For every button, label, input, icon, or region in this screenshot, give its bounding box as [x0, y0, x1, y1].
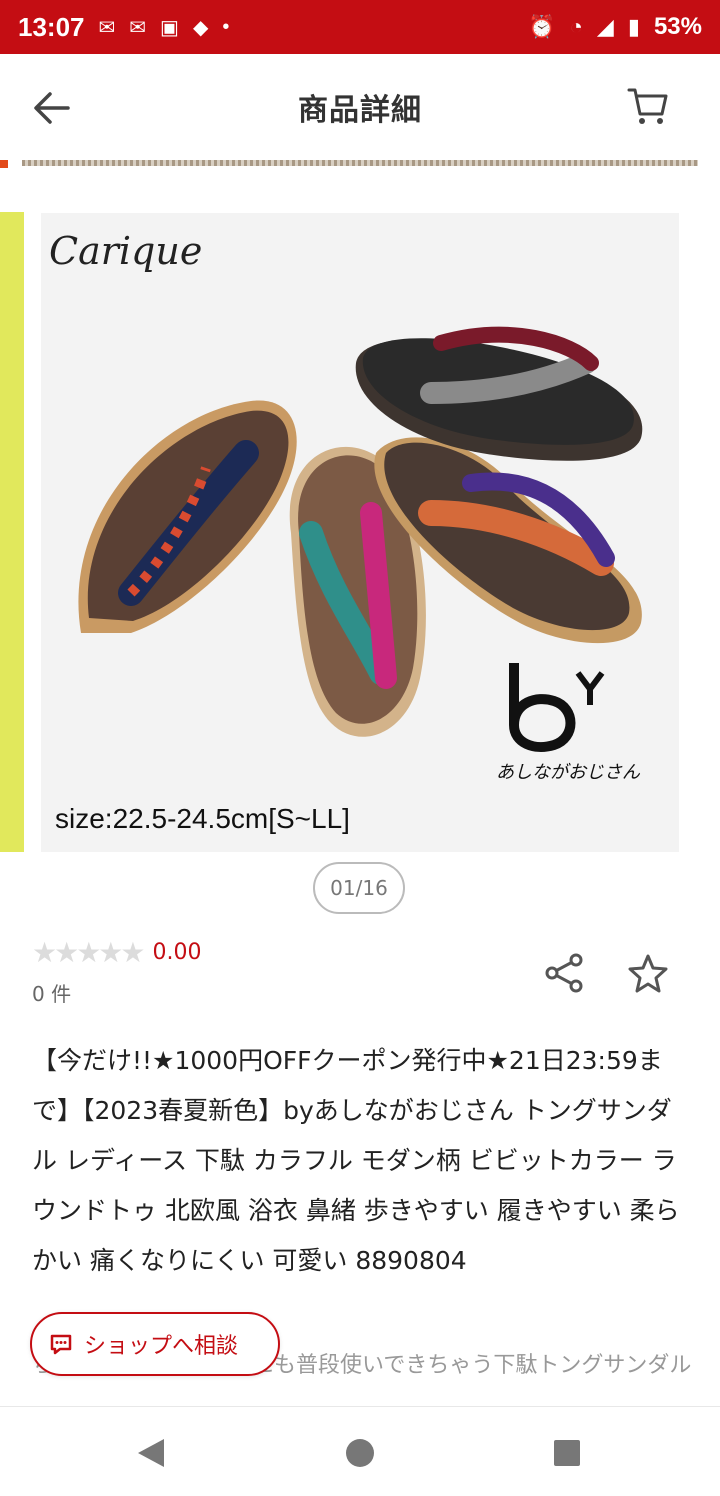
signal-icon: ◢	[596, 14, 614, 39]
sandal-left	[78, 400, 297, 633]
review-count: 0 件	[32, 982, 72, 1006]
size-label: size:22.5-24.5cm[S~LL]	[55, 803, 350, 834]
product-image[interactable]: Carique あしながおじさん size:22.5-24.5cm[S~LL]	[41, 213, 679, 852]
product-title: 【今だけ!!★1000円OFFクーポン発行中★21日23:59まで】【2023春…	[32, 1046, 680, 1275]
status-bar: 13:07 ✉ ✉ ▣ ◆ • ⏰ ◔ ◢ ▮ 53%	[0, 0, 720, 54]
system-nav-bar	[0, 1406, 720, 1496]
back-arrow-icon[interactable]	[28, 84, 76, 132]
consult-label: ショップへ相談	[84, 1334, 239, 1359]
image-counter: 01/16	[313, 862, 405, 914]
wifi-icon: ◔	[569, 14, 583, 39]
battery-percent: 53%	[653, 13, 702, 40]
status-time: 13:07	[18, 11, 85, 42]
rating-value: 0.00	[152, 940, 202, 965]
strip-marker	[0, 160, 8, 168]
mail-icon: ✉	[98, 16, 116, 39]
share-icon[interactable]	[544, 952, 586, 994]
rating-stars: ★★★★★	[32, 936, 146, 969]
nav-back-icon[interactable]	[138, 1439, 164, 1467]
app-icon: ◆	[192, 16, 209, 39]
by-logo-text: あしながおじさん	[496, 762, 640, 783]
rating[interactable]: ★★★★★ 0.00	[32, 936, 202, 969]
mail-icon: ✉	[129, 16, 147, 39]
docomo-icon: ▣	[160, 16, 179, 39]
consult-shop-button[interactable]: ショップへ相談	[30, 1312, 280, 1376]
dot-icon: •	[222, 15, 230, 38]
cart-icon[interactable]	[626, 84, 670, 128]
status-right-icons: ⏰ ◔ ◢ ▮ 53%	[528, 13, 702, 41]
chat-icon	[50, 1334, 72, 1355]
battery-icon: ▮	[627, 14, 640, 39]
accent-bar	[0, 212, 24, 852]
nav-home-icon[interactable]	[346, 1439, 374, 1467]
page-title: 商品詳細	[298, 93, 422, 128]
nav-recent-icon[interactable]	[554, 1440, 580, 1466]
image-strip	[0, 160, 720, 170]
star-outline-icon[interactable]	[626, 952, 670, 996]
status-left-icons: ✉ ✉ ▣ ◆ •	[99, 15, 230, 40]
header: 商品詳細	[0, 54, 720, 160]
alarm-icon: ⏰	[528, 14, 556, 39]
strip-thumbnail	[22, 160, 698, 166]
